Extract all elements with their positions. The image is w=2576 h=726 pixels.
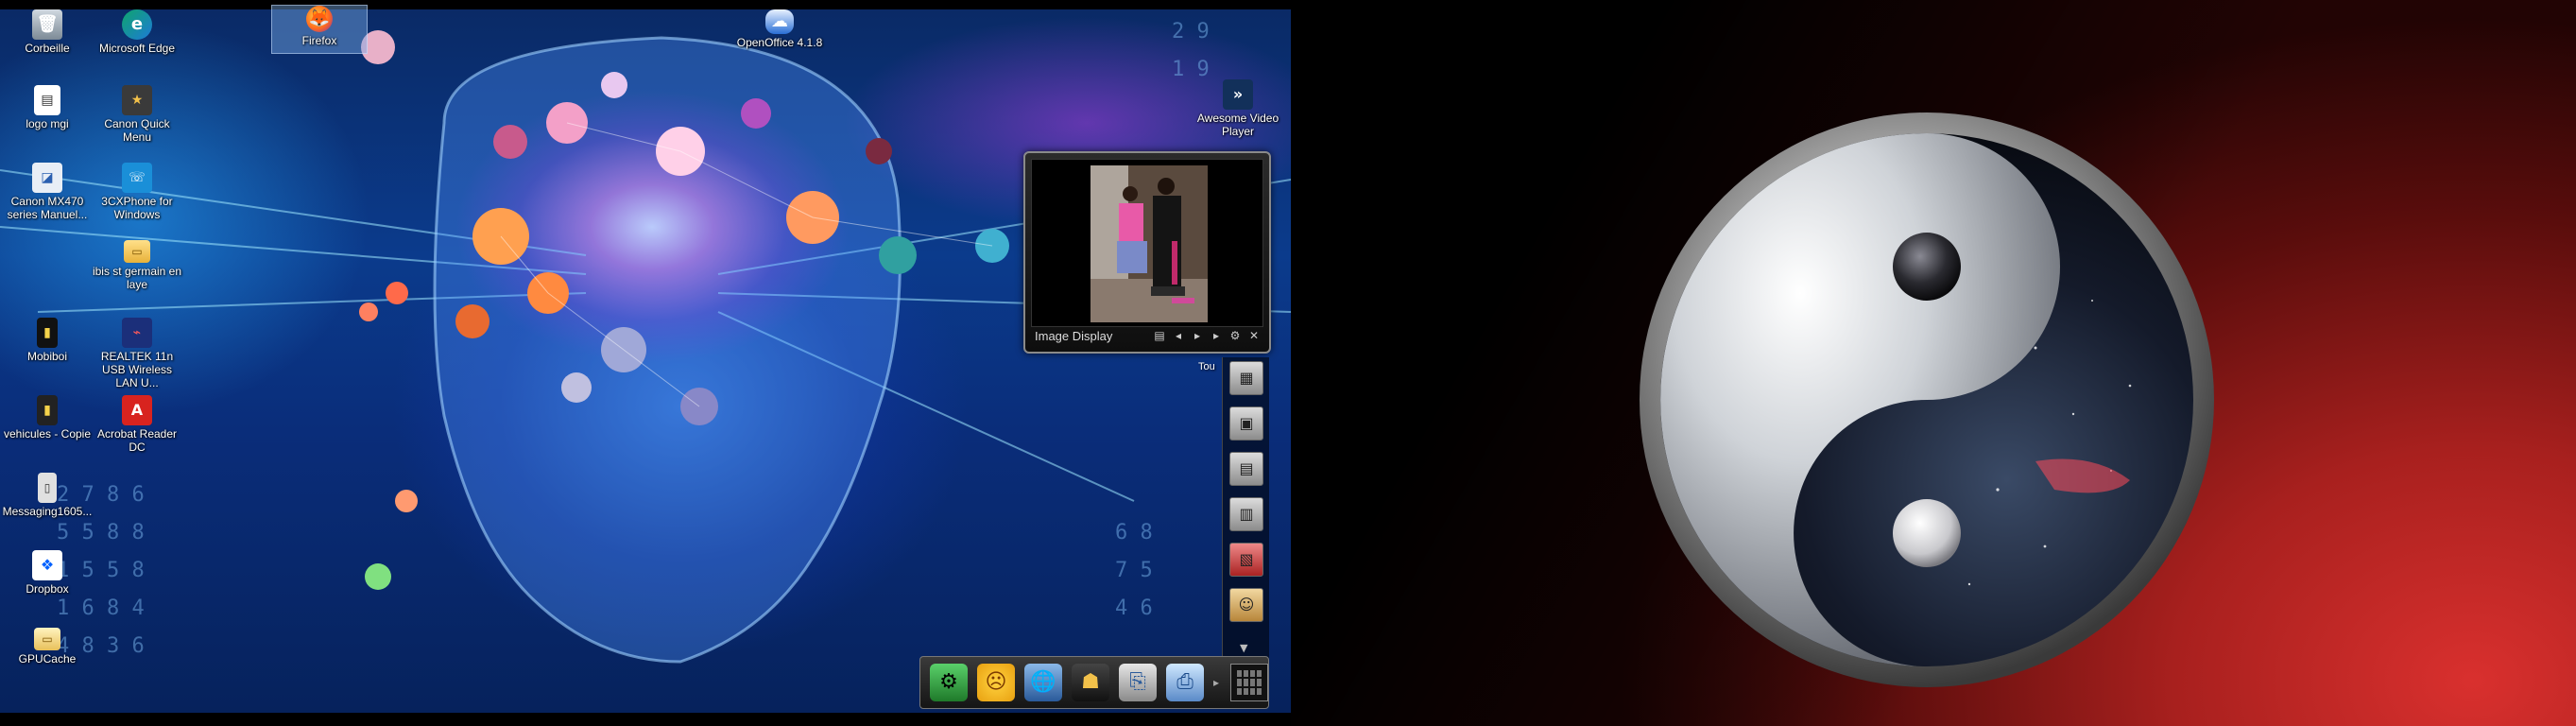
dropbox-icon: ❖	[32, 550, 62, 580]
launcher-grid-icon[interactable]	[1230, 664, 1268, 701]
image-display-gadget[interactable]: Image Display ▤ ◂ ▸ ▸ ⚙ ✕	[1023, 151, 1271, 354]
desktop-icon-label: ibis st germain en laye	[92, 265, 182, 291]
play-icon[interactable]: ▸	[1192, 329, 1203, 342]
phone-file-icon: ▯	[38, 473, 57, 503]
launcher-app-1-icon[interactable]: ⚙	[930, 664, 968, 701]
svg-text:2 9: 2 9	[1172, 20, 1210, 43]
dock-app-6-icon[interactable]: ☺	[1229, 588, 1263, 622]
desktop-icon-firefox[interactable]: 🦊 Firefox	[271, 5, 368, 54]
3cxphone-icon: ☏	[122, 163, 152, 193]
desktop-icon-vehicules-copie[interactable]: ▮ vehicules - Copie	[0, 395, 94, 441]
gadget-title: Image Display	[1035, 328, 1113, 343]
openoffice-icon: ☁	[765, 9, 794, 34]
dock-app-3-icon[interactable]: ▤	[1229, 452, 1263, 486]
launcher-app-3-icon[interactable]: 🌐	[1024, 664, 1062, 701]
desktop-icon-label: Messaging1605...	[2, 505, 93, 518]
desktop-icon-label: REALTEK 11n USB Wireless LAN U...	[100, 350, 174, 389]
svg-text:6 8: 6 8	[1115, 521, 1153, 544]
settings-icon[interactable]: ⚙	[1229, 329, 1241, 342]
folder-icon: ▭	[124, 240, 150, 263]
desktop-icon-label: GPUCache	[18, 652, 77, 666]
image-file-icon: ▤	[34, 85, 60, 115]
dock-app-1-icon[interactable]: ▦	[1229, 361, 1263, 395]
dock-app-4-icon[interactable]: ▥	[1229, 497, 1263, 531]
dock-app-2-icon[interactable]: ▣	[1229, 406, 1263, 441]
launcher-bar: ⚙ ☹ 🌐 ☗ ⎘ ⎙ ▸	[919, 656, 1269, 709]
gadget-toolbar: Image Display ▤ ◂ ▸ ▸ ⚙ ✕	[1031, 325, 1263, 346]
vertical-dock: ▦ ▣ ▤ ▥ ▧ ☺ ▼	[1222, 357, 1269, 660]
desktop-icon-label: 3CXPhone for Windows	[101, 195, 173, 221]
slideshow-photo	[1091, 165, 1208, 322]
close-icon[interactable]: ✕	[1248, 329, 1260, 342]
dock-label: Tou	[1198, 361, 1215, 372]
desktop-icon-canon-quick-menu[interactable]: ★ Canon Quick Menu	[90, 85, 184, 144]
svg-text:4 6: 4 6	[1115, 596, 1153, 620]
desktop-icon-label: logo mgi	[26, 117, 69, 130]
launcher-arrow-icon[interactable]: ▸	[1213, 676, 1221, 689]
acrobat-icon: A	[122, 395, 152, 425]
desktop-icon-label: Canon Quick Menu	[104, 117, 170, 144]
desktop-icon-corbeille[interactable]: 🗑 Corbeille	[0, 9, 94, 55]
desktop-icon-gpucache[interactable]: ▭ GPUCache	[0, 628, 94, 666]
desktop-icon-label: Firefox	[301, 34, 337, 47]
desktop-icon-canon-manual[interactable]: ◪ Canon MX470 series Manuel...	[0, 163, 94, 221]
previous-icon[interactable]: ◂	[1173, 329, 1184, 342]
monitor-left: 2 7 8 6 5 5 8 8 1 5 5 8 1 6 8 4 4 8 3 6 …	[0, 0, 1291, 726]
desktop-icon-acrobat[interactable]: A Acrobat Reader DC	[90, 395, 184, 454]
launcher-app-5-icon[interactable]: ⎘	[1119, 664, 1157, 701]
desktop-icon-label: Mobiboi	[26, 350, 68, 363]
next-icon[interactable]: ▸	[1211, 329, 1222, 342]
desktop-wallpaper-left: 2 7 8 6 5 5 8 8 1 5 5 8 1 6 8 4 4 8 3 6 …	[0, 9, 1291, 713]
folder-icon: ▭	[34, 628, 60, 650]
desktop-icon-microsoft-edge[interactable]: e Microsoft Edge	[90, 9, 184, 55]
recycle-bin-icon: 🗑	[32, 9, 62, 40]
edge-icon: e	[122, 9, 152, 40]
canon-quick-menu-icon: ★	[122, 85, 152, 115]
monitor-right	[1291, 0, 2576, 726]
desktop-icon-mobiboi[interactable]: ▮ Mobiboi	[0, 318, 94, 363]
desktop-icon-label: Canon MX470 series Manuel...	[7, 195, 88, 221]
svg-text:5 5 8 8: 5 5 8 8	[57, 521, 145, 544]
dock-app-5-icon[interactable]: ▧	[1229, 543, 1263, 577]
launcher-app-6-icon[interactable]: ⎙	[1166, 664, 1204, 701]
realtek-icon: ⌁	[122, 318, 152, 348]
desktop-icon-label: Corbeille	[25, 42, 70, 55]
canon-manual-icon: ◪	[32, 163, 62, 193]
desktop-icon-dropbox[interactable]: ❖ Dropbox	[0, 550, 94, 596]
desktop-icon-logo-mgi[interactable]: ▤ logo mgi	[0, 85, 94, 130]
shortcut-file-icon: ▮	[37, 395, 58, 425]
dock-expand-chevron-icon[interactable]: ▼	[1240, 642, 1247, 654]
svg-text:1 9: 1 9	[1172, 58, 1210, 81]
desktop-icon-label: vehicules - Copie	[3, 427, 92, 441]
desktop-icon-label: Acrobat Reader DC	[96, 427, 178, 454]
desktop-icon-realtek[interactable]: ⌁ REALTEK 11n USB Wireless LAN U...	[90, 318, 184, 389]
desktop-icon-ibis[interactable]: ▭ ibis st germain en laye	[90, 240, 184, 291]
wallpaper-art: 2 7 8 6 5 5 8 8 1 5 5 8 1 6 8 4 4 8 3 6 …	[0, 20, 1291, 664]
svg-text:1 6 8 4: 1 6 8 4	[57, 596, 145, 620]
svg-text:7 5: 7 5	[1115, 559, 1153, 582]
desktop-icon-openoffice[interactable]: ☁ OpenOffice 4.1.8	[732, 9, 827, 49]
mobile-app-icon: ▮	[37, 318, 58, 348]
view-icon[interactable]: ▤	[1154, 329, 1165, 342]
desktop-icon-awesome-video-player[interactable]: » Awesome Video Player	[1191, 79, 1285, 138]
firefox-icon: 🦊	[306, 6, 333, 32]
desktop-icon-3cxphone[interactable]: ☏ 3CXPhone for Windows	[90, 163, 184, 221]
photo-frame	[1031, 159, 1263, 327]
yin-yang-wallpaper-art	[1640, 112, 2214, 687]
desktop-icon-messaging[interactable]: ▯ Messaging1605...	[0, 473, 94, 518]
launcher-app-4-icon[interactable]: ☗	[1072, 664, 1109, 701]
desktop-icon-label: Microsoft Edge	[98, 42, 176, 55]
desktop-icon-label: Dropbox	[26, 582, 69, 596]
desktop-icon-label: OpenOffice 4.1.8	[736, 36, 823, 49]
launcher-new-icon[interactable]: ☹	[977, 664, 1015, 701]
video-player-icon: »	[1223, 79, 1253, 110]
desktop-icon-label: Awesome Video Player	[1196, 112, 1279, 138]
